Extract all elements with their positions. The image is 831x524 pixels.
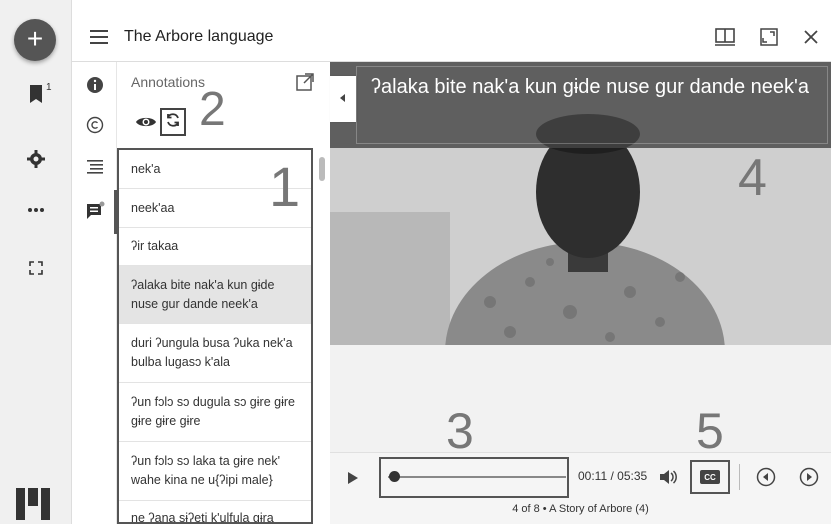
list-item-selected[interactable]: ʔalaka bite nak'a kun gɨde nuse gur dand… — [119, 266, 311, 324]
close-icon[interactable] — [798, 24, 824, 50]
more-icon[interactable] — [22, 196, 50, 224]
annotation-list: nek'a neek'aa ʔir takaa ʔalaka bite nak'… — [117, 148, 313, 524]
scrollbar[interactable] — [319, 157, 325, 181]
controls-divider — [739, 464, 740, 490]
seek-handle[interactable] — [388, 471, 400, 482]
top-bar: The Arbore language — [72, 12, 831, 62]
sync-toggle-button[interactable] — [160, 108, 186, 136]
sync-icon — [165, 111, 181, 134]
list-item[interactable]: ne ʔana sɨʔeti k'ulfula gɨra — [119, 501, 311, 522]
gear-icon[interactable] — [22, 145, 50, 173]
page-title: The Arbore language — [124, 28, 274, 45]
next-icon[interactable] — [799, 467, 819, 487]
callout-1: 1 — [269, 155, 301, 218]
book-view-icon[interactable] — [712, 24, 738, 50]
collapse-panel-button[interactable] — [330, 76, 356, 122]
closed-captions-button[interactable]: CC — [700, 470, 720, 484]
maximize-icon[interactable] — [756, 24, 782, 50]
media-footer: 4 of 8 • A Story of Arbore (4) — [512, 503, 649, 515]
eye-icon[interactable] — [135, 114, 157, 132]
cc-button-frame: CC — [690, 460, 730, 494]
list-item[interactable]: duri ʔungula busa ʔuka nek'a bulba lugas… — [119, 324, 311, 383]
add-button[interactable]: + — [14, 19, 56, 61]
info-icon[interactable] — [82, 72, 108, 98]
previous-icon[interactable] — [756, 467, 776, 487]
panel-heading: Annotations — [131, 74, 205, 90]
time-display: 00:11 / 05:35 — [578, 469, 648, 483]
menu-icon[interactable] — [88, 26, 110, 48]
volume-icon[interactable] — [658, 468, 678, 486]
bookmark-count: 1 — [46, 82, 52, 93]
open-external-icon[interactable] — [295, 72, 317, 94]
annotations-tab-icon[interactable] — [82, 198, 108, 224]
callout-4: 4 — [738, 149, 767, 207]
copyright-icon[interactable] — [82, 112, 108, 138]
contents-icon[interactable] — [82, 154, 108, 180]
fullscreen-icon[interactable] — [22, 254, 50, 282]
video-caption: ʔalaka bite nak'a kun gɨde nuse gur dand… — [371, 76, 809, 98]
panel-tabs — [72, 62, 117, 524]
list-item[interactable]: ʔun fɔlɔ sɔ dugula sɔ gɨre gɨre gɨre gɨr… — [119, 383, 311, 442]
list-item[interactable]: ʔir takaa — [119, 228, 311, 266]
left-rail: + 1 — [0, 0, 72, 524]
seek-bar[interactable] — [388, 476, 566, 478]
chevron-left-icon — [339, 90, 347, 108]
callout-2: 2 — [199, 83, 226, 136]
annotations-panel: Annotations 2 nek'a neek'aa ʔir takaa ʔa… — [117, 62, 330, 524]
app-logo-icon — [16, 488, 52, 520]
play-icon[interactable] — [346, 470, 360, 486]
list-item[interactable]: ʔun fɔlɔ sɔ laka ta gɨre nek' wahe kina … — [119, 442, 311, 501]
